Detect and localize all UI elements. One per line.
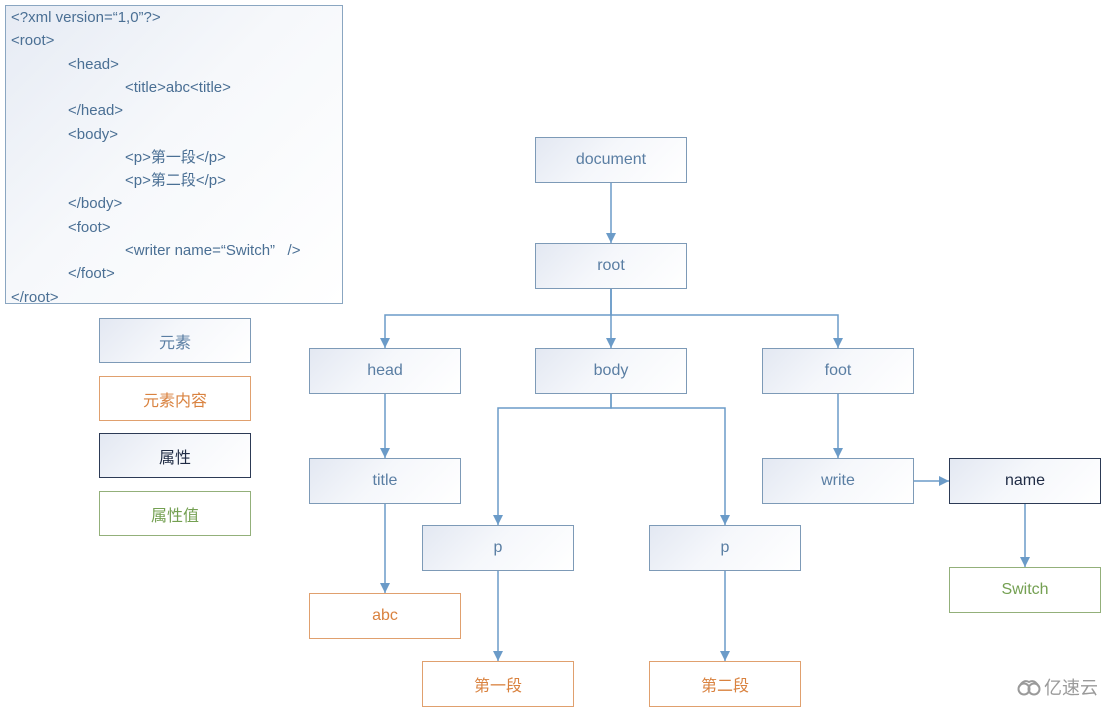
- edge-root-head-arrow: [380, 338, 390, 348]
- edge-body-p2-arrow: [720, 515, 730, 525]
- node-p1: p: [422, 525, 574, 571]
- node-head: head: [309, 348, 461, 394]
- node-p2: p: [649, 525, 801, 571]
- edge-p2-seg2-arrow: [720, 651, 730, 661]
- edge-root-foot-arrow: [833, 338, 843, 348]
- node-write: write: [762, 458, 914, 504]
- edge-p1-seg1-arrow: [493, 651, 503, 661]
- edge-body-p1-arrow: [493, 515, 503, 525]
- edge-head-title-arrow: [380, 448, 390, 458]
- edge-document-root-arrow: [606, 233, 616, 243]
- edge-name-switch-arrow: [1020, 557, 1030, 567]
- edge-body-p1: [497, 394, 612, 525]
- cloud-logo-icon: [1017, 680, 1041, 696]
- edge-root-foot: [610, 289, 839, 348]
- node-document: document: [535, 137, 687, 183]
- watermark: 亿速云: [1016, 674, 1098, 700]
- node-seg1: 第一段: [422, 661, 574, 707]
- edge-root-head: [384, 289, 612, 348]
- node-body: body: [535, 348, 687, 394]
- node-title: title: [309, 458, 461, 504]
- node-switch: Switch: [949, 567, 1101, 613]
- edge-write-name-arrow: [939, 476, 949, 486]
- edge-foot-write-arrow: [833, 448, 843, 458]
- node-abc: abc: [309, 593, 461, 639]
- node-seg2: 第二段: [649, 661, 801, 707]
- watermark-text: 亿速云: [1044, 678, 1098, 698]
- node-root: root: [535, 243, 687, 289]
- edge-title-abc-arrow: [380, 583, 390, 593]
- edge-body-p2: [610, 394, 726, 525]
- node-foot: foot: [762, 348, 914, 394]
- edge-root-body-arrow: [606, 338, 616, 348]
- node-name: name: [949, 458, 1101, 504]
